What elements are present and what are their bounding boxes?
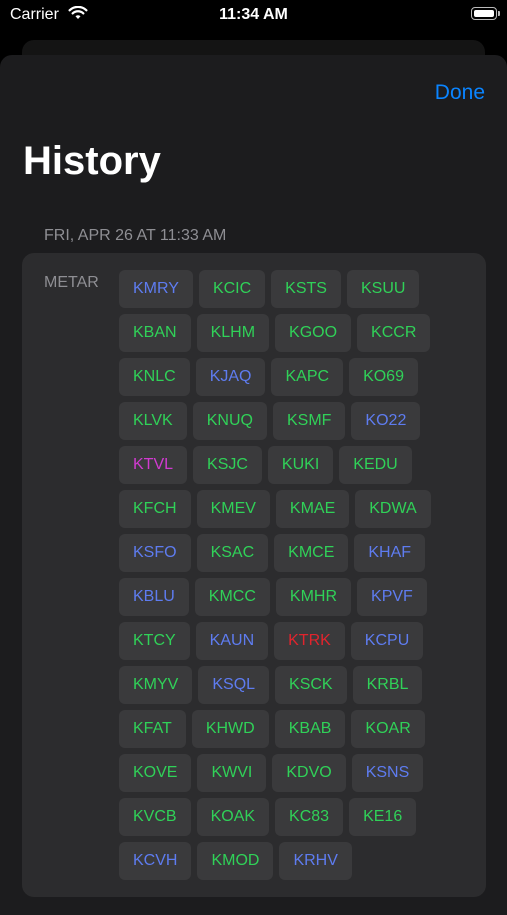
station-chip[interactable]: KE16 [349, 798, 417, 836]
station-row: KMYV KSQL KSCK KRBL [119, 666, 459, 704]
station-grid: KMRY KCIC KSTS KSUU KBAN KLHM KGOO KCCR KNLC KJAQ… [119, 270, 459, 886]
station-chip[interactable]: KSTS [271, 270, 341, 308]
station-chip[interactable]: KMRY [119, 270, 193, 308]
station-chip[interactable]: KNUQ [192, 402, 267, 440]
station-row: KFAT KHWD KBAB KOAR [119, 710, 459, 748]
station-chip[interactable]: KTRK [274, 622, 345, 660]
battery-icon [471, 7, 500, 20]
station-chip[interactable]: KGOO [275, 314, 352, 352]
page-title: History [23, 139, 161, 183]
station-chip[interactable]: KSUU [346, 270, 420, 308]
station-chip[interactable]: KOAR [351, 710, 425, 748]
station-chip[interactable]: KO22 [351, 402, 421, 440]
station-row: KTVL KSJC KUKI KEDU [119, 446, 459, 484]
station-chip[interactable]: KWVI [197, 754, 267, 792]
metar-label: METAR [44, 274, 99, 291]
station-chip[interactable]: KTVL [119, 446, 188, 484]
station-chip[interactable]: KNLC [119, 358, 190, 396]
station-chip[interactable]: KMAE [275, 490, 350, 528]
station-row: KFCH KMEV KMAE KDWA [119, 490, 459, 528]
station-chip[interactable]: KAUN [195, 622, 269, 660]
station-row: KBAN KLHM KGOO KCCR [119, 314, 459, 352]
station-row: KLVK KNUQ KSMF KO22 [119, 402, 459, 440]
station-chip[interactable]: KBAB [274, 710, 346, 748]
station-chip[interactable]: KLHM [196, 314, 270, 352]
station-chip[interactable]: KVCB [119, 798, 191, 836]
station-chip[interactable]: KJAQ [195, 358, 266, 396]
station-chip[interactable]: KMCC [194, 578, 270, 616]
station-row: KSFO KSAC KMCE KHAF [119, 534, 459, 572]
station-chip[interactable]: KUKI [267, 446, 334, 484]
station-chip[interactable]: KFAT [119, 710, 186, 748]
station-chip[interactable]: KOVE [119, 754, 192, 792]
station-chip[interactable]: KMOD [197, 842, 274, 880]
station-row: KVCB KOAK KC83 KE16 [119, 798, 459, 836]
station-chip[interactable]: KBLU [119, 578, 189, 616]
history-sheet: Done History FRI, APR 26 AT 11:33 AM MET… [0, 55, 507, 915]
section-date-header: FRI, APR 26 AT 11:33 AM [44, 227, 227, 244]
status-bar: Carrier 11:34 AM [0, 0, 507, 32]
station-chip[interactable]: KHAF [354, 534, 426, 572]
station-chip[interactable]: KSFO [119, 534, 191, 572]
station-row: KNLC KJAQ KAPC KO69 [119, 358, 459, 396]
station-chip[interactable]: KCIC [198, 270, 266, 308]
metar-card: METAR KMRY KCIC KSTS KSUU KBAN KLHM KGOO KCCR KN… [22, 253, 486, 897]
station-chip[interactable]: KTCY [119, 622, 190, 660]
station-chip[interactable]: KSJC [193, 446, 262, 484]
station-chip[interactable]: KC83 [275, 798, 344, 836]
station-row: KOVE KWVI KDVO KSNS [119, 754, 459, 792]
station-chip[interactable]: KSQL [198, 666, 270, 704]
station-chip[interactable]: KFCH [119, 490, 191, 528]
station-chip[interactable]: KAPC [271, 358, 344, 396]
station-row: KTCY KAUN KTRK KCPU [119, 622, 459, 660]
station-chip[interactable]: KPVF [357, 578, 427, 616]
station-row: KMRY KCIC KSTS KSUU [119, 270, 459, 308]
station-chip[interactable]: KLVK [119, 402, 187, 440]
station-row: KCVH KMOD KRHV [119, 842, 459, 880]
station-chip[interactable]: KCCR [357, 314, 431, 352]
station-chip[interactable]: KSNS [351, 754, 424, 792]
station-chip[interactable]: KBAN [119, 314, 191, 352]
station-chip[interactable]: KMEV [196, 490, 270, 528]
station-row: KBLU KMCC KMHR KPVF [119, 578, 459, 616]
station-chip[interactable]: KOAK [196, 798, 270, 836]
station-chip[interactable]: KO69 [349, 358, 418, 396]
station-chip[interactable]: KRHV [279, 842, 352, 880]
station-chip[interactable]: KDVO [272, 754, 346, 792]
station-chip[interactable]: KMHR [275, 578, 352, 616]
station-chip[interactable]: KMYV [119, 666, 193, 704]
station-chip[interactable]: KCPU [350, 622, 424, 660]
status-time: 11:34 AM [219, 6, 288, 23]
station-chip[interactable]: KCVH [119, 842, 192, 880]
station-chip[interactable]: KSAC [196, 534, 269, 572]
station-chip[interactable]: KDWA [355, 490, 431, 528]
done-button[interactable]: Done [435, 81, 485, 105]
station-chip[interactable]: KHWD [191, 710, 269, 748]
station-chip[interactable]: KRBL [352, 666, 423, 704]
station-chip[interactable]: KEDU [339, 446, 412, 484]
station-chip[interactable]: KSMF [272, 402, 346, 440]
station-chip[interactable]: KSCK [275, 666, 347, 704]
station-chip[interactable]: KMCE [274, 534, 349, 572]
